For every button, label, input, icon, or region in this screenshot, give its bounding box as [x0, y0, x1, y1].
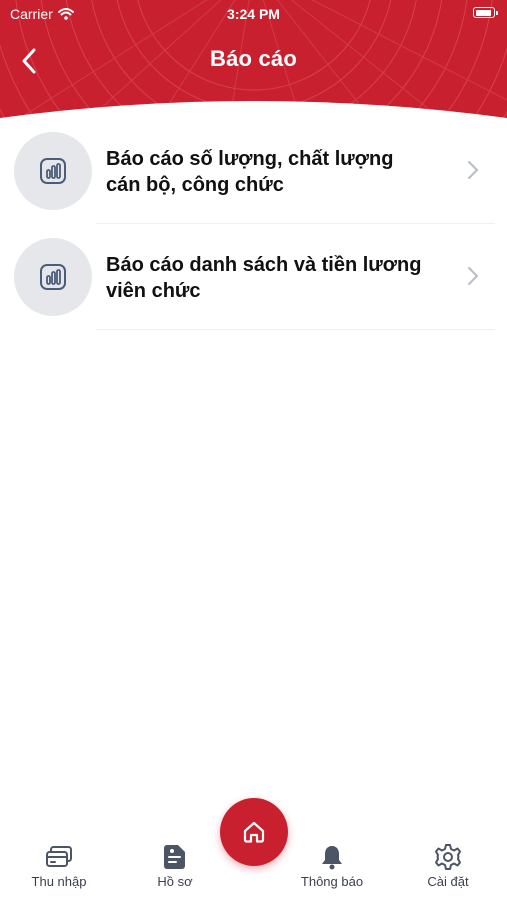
- home-button[interactable]: [220, 798, 288, 866]
- report-list: Báo cáo số lượng, chất lượng cán bộ, côn…: [0, 118, 507, 330]
- card-icon: [46, 846, 72, 867]
- report-item-quantity-quality[interactable]: Báo cáo số lượng, chất lượng cán bộ, côn…: [0, 118, 507, 224]
- tab-thong-bao[interactable]: Thông báo: [282, 844, 382, 889]
- report-chart-icon: [40, 264, 66, 290]
- report-label-line2: viên chức: [106, 280, 201, 302]
- header: Carrier 3:24 PM Báo cáo: [0, 0, 507, 118]
- report-chart-icon: [40, 158, 66, 184]
- divider: [96, 329, 495, 330]
- report-icon-circle: [14, 132, 92, 210]
- status-time: 3:24 PM: [227, 6, 280, 22]
- battery-icon: [473, 7, 498, 18]
- chevron-right-icon: [468, 161, 478, 179]
- tab-label: Thu nhập: [31, 874, 87, 889]
- bell-icon: [322, 846, 342, 870]
- report-label-line2: cán bộ, công chức: [106, 174, 284, 196]
- tab-label: Cài đặt: [427, 874, 469, 889]
- document-icon: [164, 845, 185, 869]
- header-curve: [0, 101, 507, 118]
- tab-label: Hồ sơ: [157, 874, 193, 889]
- tab-cai-dat[interactable]: Cài đặt: [398, 844, 498, 889]
- page-title: Báo cáo: [210, 46, 297, 71]
- home-icon: [243, 821, 265, 843]
- status-bar: Carrier 3:24 PM: [0, 0, 507, 28]
- chevron-right-icon: [468, 267, 478, 285]
- tab-label: Thông báo: [300, 874, 364, 889]
- report-item-salary-list[interactable]: Báo cáo danh sách và tiền lương viên chứ…: [0, 224, 507, 330]
- gear-icon: [435, 844, 461, 870]
- report-item-label: Báo cáo danh sách và tiền lương viên chứ…: [106, 252, 446, 304]
- tab-ho-so[interactable]: Hồ sơ: [125, 844, 225, 889]
- report-label-line1: Báo cáo danh sách và tiền lương: [106, 254, 422, 276]
- report-item-label: Báo cáo số lượng, chất lượng cán bộ, côn…: [106, 146, 446, 198]
- tab-thu-nhap[interactable]: Thu nhập: [9, 844, 109, 889]
- report-icon-circle: [14, 238, 92, 316]
- report-label-line1: Báo cáo số lượng, chất lượng: [106, 148, 394, 170]
